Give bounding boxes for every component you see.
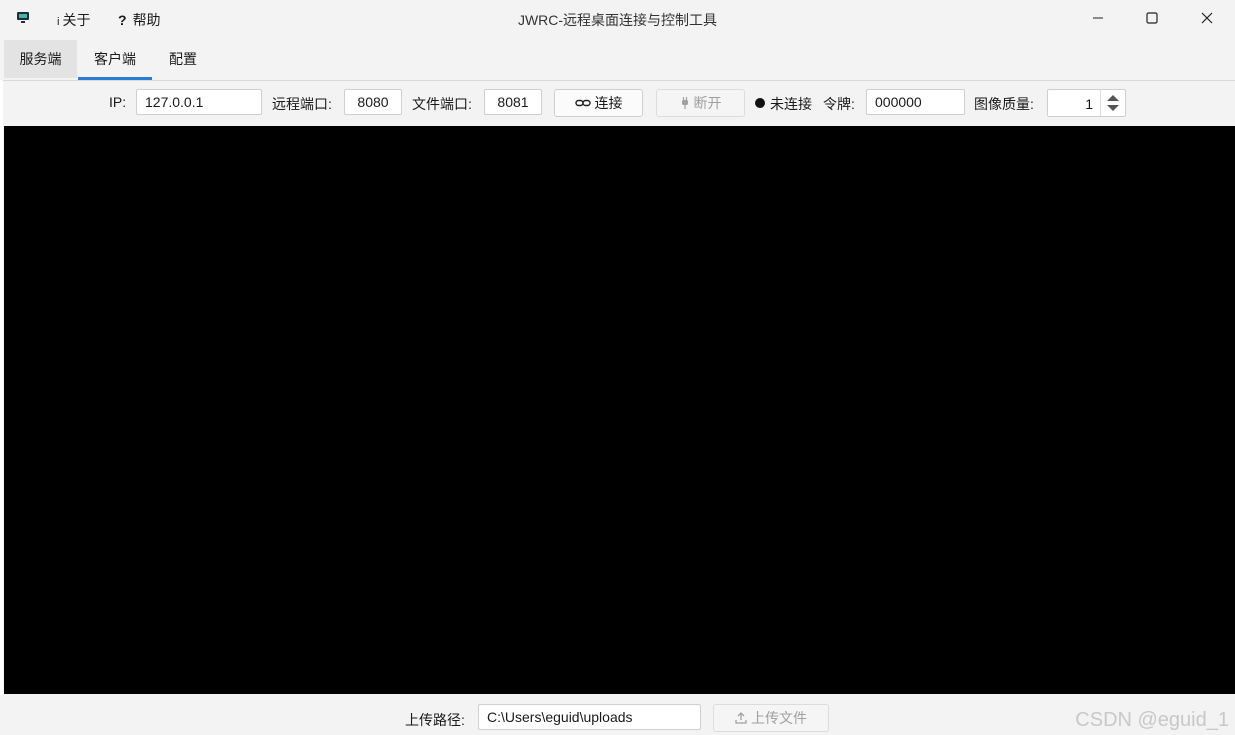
app-monitor-icon [17, 12, 29, 23]
close-button[interactable] [1184, 0, 1230, 36]
disconnect-button[interactable]: 断开 [656, 89, 745, 117]
tab-config[interactable]: 配置 [153, 40, 213, 78]
left-edge-strip [0, 80, 3, 735]
upload-file-button-label: 上传文件 [751, 710, 807, 726]
upload-file-button[interactable]: 上传文件 [713, 704, 829, 732]
help-icon: ? [118, 12, 127, 28]
upload-bar: 上传路径: 上传文件 [0, 695, 1235, 735]
status-dot-icon [755, 98, 765, 108]
remote-port-label: 远程端口: [272, 96, 332, 112]
link-icon [574, 99, 591, 107]
connection-toolbar: IP: 远程端口: 文件端口: 连接 断开 未连接 令牌: 图像质量: 1 [0, 81, 1235, 125]
tab-server[interactable]: 服务端 [4, 40, 77, 78]
spinner-up-arrow-icon[interactable] [1107, 95, 1119, 101]
menu-about-label: 关于 [62, 12, 91, 28]
connection-status-text: 未连接 [770, 96, 812, 112]
disconnect-button-label: 断开 [693, 95, 722, 111]
window-title: JWRC-远程桌面连接与控制工具 [517, 12, 718, 28]
file-port-input[interactable] [484, 89, 542, 115]
upload-path-label: 上传路径: [405, 712, 465, 728]
image-quality-value: 1 [1085, 96, 1093, 112]
spinner-down-arrow-icon[interactable] [1107, 105, 1119, 111]
info-icon: i [57, 16, 60, 28]
upload-icon [735, 712, 747, 724]
menu-help-label: 帮助 [132, 12, 161, 28]
image-quality-label: 图像质量: [974, 96, 1034, 112]
plug-icon [681, 97, 688, 109]
menu-help[interactable]: ? 帮助 [118, 10, 161, 30]
file-port-label: 文件端口: [412, 96, 472, 112]
minimize-button[interactable] [1075, 0, 1121, 36]
image-quality-spinner[interactable]: 1 [1047, 89, 1126, 117]
tab-server-label: 服务端 [19, 51, 62, 67]
close-icon [1201, 12, 1213, 24]
title-bar: i 关于 ? 帮助 JWRC-远程桌面连接与控制工具 [0, 0, 1235, 38]
token-input[interactable] [866, 89, 965, 115]
minimize-icon [1093, 17, 1103, 19]
upload-path-input[interactable] [478, 704, 701, 730]
tab-client[interactable]: 客户端 [78, 40, 152, 80]
ip-label: IP: [109, 94, 127, 110]
menu-about[interactable]: i 关于 [57, 10, 90, 30]
maximize-button[interactable] [1129, 0, 1175, 36]
maximize-icon [1146, 12, 1158, 24]
ip-input[interactable] [136, 89, 262, 115]
connect-button[interactable]: 连接 [554, 89, 643, 117]
spinner-buttons [1100, 90, 1125, 116]
remote-desktop-view[interactable] [4, 126, 1235, 694]
tab-config-label: 配置 [169, 51, 197, 67]
remote-port-input[interactable] [344, 89, 402, 115]
tab-bar: 服务端 客户端 配置 [0, 38, 1235, 81]
connect-button-label: 连接 [594, 95, 623, 111]
csdn-watermark: CSDN @eguid_1 [1075, 709, 1229, 731]
tab-client-label: 客户端 [94, 51, 136, 67]
token-label: 令牌: [823, 96, 855, 112]
